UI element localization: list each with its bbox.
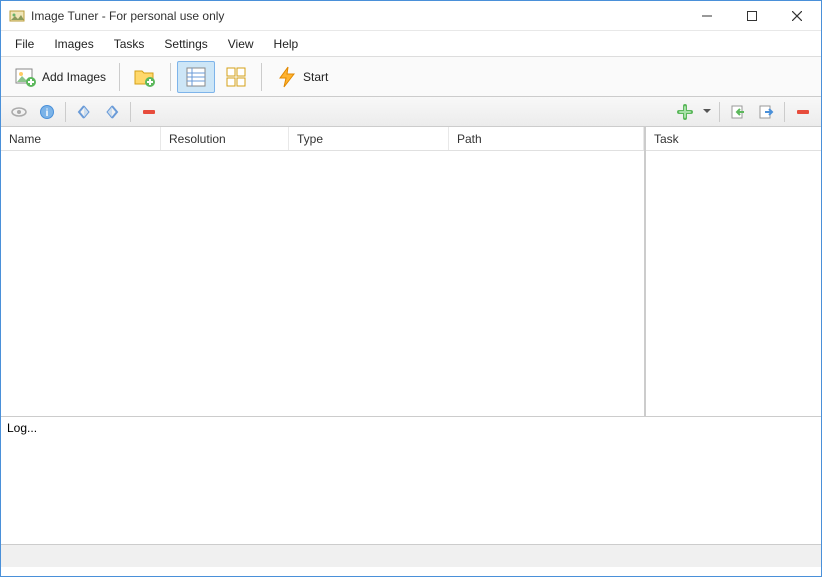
menu-tasks[interactable]: Tasks — [104, 33, 155, 55]
add-folder-button[interactable] — [126, 61, 164, 93]
add-task-dropdown[interactable] — [701, 101, 713, 123]
task-list[interactable] — [646, 151, 821, 416]
menu-view[interactable]: View — [218, 33, 264, 55]
column-resolution[interactable]: Resolution — [161, 127, 289, 150]
plus-icon — [677, 104, 693, 120]
log-panel: Log... — [1, 417, 821, 545]
column-path[interactable]: Path — [449, 127, 644, 150]
folder-add-icon — [133, 65, 157, 89]
info-icon: i — [39, 104, 55, 120]
menu-settings[interactable]: Settings — [154, 33, 217, 55]
info-button[interactable]: i — [35, 101, 59, 123]
menubar: File Images Tasks Settings View Help — [1, 31, 821, 57]
status-bar — [1, 545, 821, 567]
main-toolbar: Add Images Start — [1, 57, 821, 97]
rotate-right-button[interactable] — [100, 101, 124, 123]
separator — [65, 102, 66, 122]
preview-button[interactable] — [7, 101, 31, 123]
add-images-button[interactable]: Add Images — [7, 61, 113, 93]
separator — [784, 102, 785, 122]
separator — [261, 63, 262, 91]
secondary-toolbar: i — [1, 97, 821, 127]
start-button[interactable]: Start — [268, 61, 335, 93]
menu-help[interactable]: Help — [264, 33, 309, 55]
titlebar: Image Tuner - For personal use only — [1, 1, 821, 31]
add-images-label: Add Images — [42, 70, 106, 84]
lightning-icon — [275, 65, 299, 89]
content-area: Name Resolution Type Path Task — [1, 127, 821, 417]
import-icon — [730, 104, 746, 120]
export-icon — [758, 104, 774, 120]
remove-task-button[interactable] — [791, 101, 815, 123]
rotate-left-icon — [76, 104, 92, 120]
list-view-icon — [184, 65, 208, 89]
start-label: Start — [303, 70, 328, 84]
close-button[interactable] — [774, 1, 819, 30]
column-name[interactable]: Name — [1, 127, 161, 150]
separator — [130, 102, 131, 122]
separator — [119, 63, 120, 91]
view-thumbnails-button[interactable] — [217, 61, 255, 93]
task-panel: Task — [646, 127, 821, 416]
menu-file[interactable]: File — [5, 33, 44, 55]
menu-images[interactable]: Images — [44, 33, 103, 55]
view-details-button[interactable] — [177, 61, 215, 93]
add-task-button[interactable] — [673, 101, 697, 123]
task-column-headers: Task — [646, 127, 821, 151]
eye-icon — [11, 104, 27, 120]
minus-icon — [141, 108, 157, 116]
column-headers: Name Resolution Type Path — [1, 127, 644, 151]
export-button[interactable] — [754, 101, 778, 123]
column-task[interactable]: Task — [646, 127, 821, 150]
image-list[interactable] — [1, 151, 644, 416]
rotate-right-icon — [104, 104, 120, 120]
separator — [719, 102, 720, 122]
grid-view-icon — [224, 65, 248, 89]
rotate-left-button[interactable] — [72, 101, 96, 123]
minus-icon — [795, 108, 811, 116]
remove-button[interactable] — [137, 101, 161, 123]
maximize-button[interactable] — [729, 1, 774, 30]
separator — [170, 63, 171, 91]
column-type[interactable]: Type — [289, 127, 449, 150]
image-list-panel: Name Resolution Type Path — [1, 127, 646, 416]
minimize-button[interactable] — [684, 1, 729, 30]
svg-text:i: i — [46, 108, 49, 119]
window-title: Image Tuner - For personal use only — [31, 9, 684, 23]
chevron-down-icon — [703, 109, 711, 114]
app-icon — [9, 8, 25, 24]
import-button[interactable] — [726, 101, 750, 123]
log-label: Log... — [7, 421, 37, 435]
add-image-icon — [14, 65, 38, 89]
